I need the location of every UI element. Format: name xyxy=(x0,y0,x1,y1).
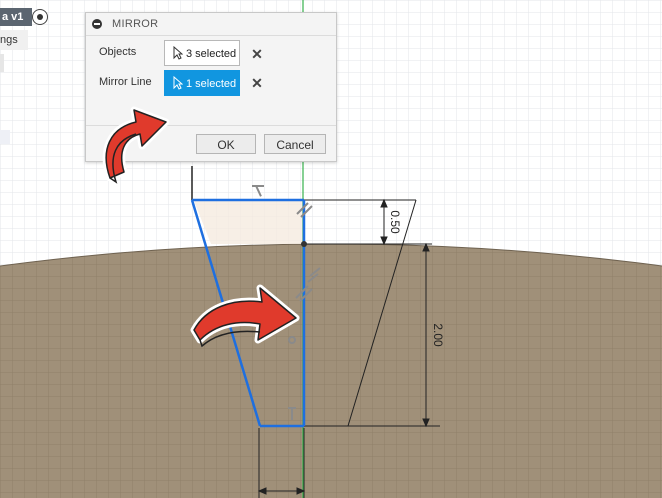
browser-strip xyxy=(0,54,4,72)
mirror-line-value: 1 selected xyxy=(186,78,237,90)
profile-region xyxy=(194,201,304,244)
settings-chip[interactable]: ngs xyxy=(0,30,28,50)
objects-value: 3 selected xyxy=(186,48,237,60)
dialog-header: MIRROR xyxy=(86,13,336,36)
objects-selector[interactable]: 3 selected xyxy=(164,40,240,66)
collapse-icon[interactable] xyxy=(92,19,102,29)
dimension-side-label[interactable]: 2.00 xyxy=(431,323,445,347)
close-icon[interactable]: ✕ xyxy=(250,76,264,90)
objects-label: Objects xyxy=(99,46,137,58)
ok-button[interactable]: OK xyxy=(196,134,256,154)
red-curved-arrow-icon xyxy=(102,106,170,184)
cursor-icon xyxy=(173,76,183,90)
mirror-line-selector[interactable]: 1 selected xyxy=(164,70,240,96)
dimension-top-label[interactable]: 0.50 xyxy=(388,210,402,234)
mirror-line-label: Mirror Line xyxy=(99,76,152,88)
dialog-title: MIRROR xyxy=(112,18,159,30)
radio-icon[interactable] xyxy=(32,9,48,25)
red-curved-arrow-icon xyxy=(190,284,300,348)
cursor-icon xyxy=(173,46,183,60)
document-tab[interactable]: a v1 xyxy=(0,8,32,26)
close-icon[interactable]: ✕ xyxy=(250,47,264,61)
cancel-button[interactable]: Cancel xyxy=(264,134,326,154)
browser-strip xyxy=(0,130,10,144)
sketch-point[interactable] xyxy=(301,241,307,247)
